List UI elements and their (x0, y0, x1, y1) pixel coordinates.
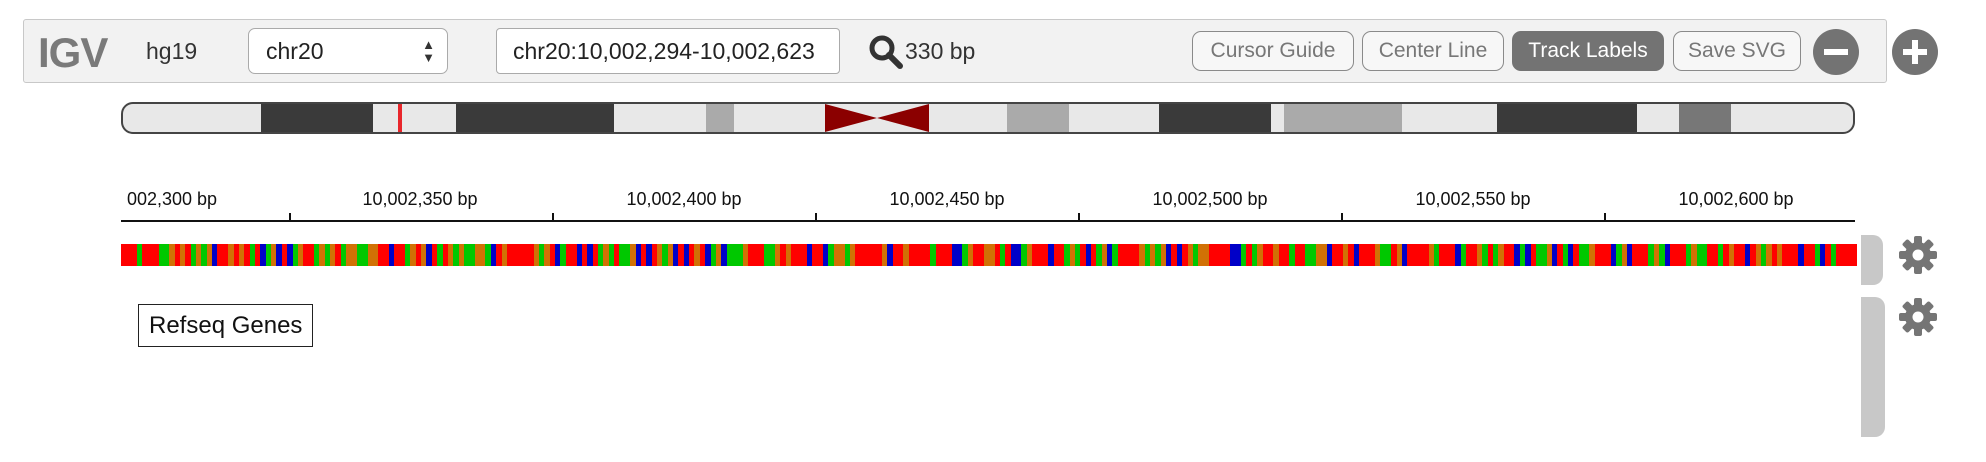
ruler-tick (552, 213, 554, 222)
ruler-tick (289, 213, 291, 222)
refseq-track-drag-handle[interactable] (1861, 297, 1885, 437)
ideogram-band (1284, 104, 1402, 132)
ideogram-band (1007, 104, 1069, 132)
ruler-tick-label: 002,300 bp (126, 189, 218, 209)
locus-search-input[interactable] (496, 28, 840, 74)
ruler-tick (815, 213, 817, 222)
centromere (825, 104, 929, 132)
window-size-label: 330 bp (905, 38, 976, 64)
zoom-out-button[interactable] (1813, 29, 1859, 75)
igv-navbar: IGV hg19 chr20 ▲▼ 330 bp Cursor Guide Ce… (23, 19, 1938, 83)
ruler-tick-label: 10,002,550 bp (1415, 189, 1531, 209)
select-arrows-icon: ▲ ▼ (422, 37, 435, 65)
center-line-button[interactable]: Center Line (1362, 31, 1504, 71)
zoom-in-button[interactable] (1892, 29, 1938, 75)
chromosome-select-value: chr20 (266, 38, 324, 64)
ruler-track[interactable]: 002,300 bp 10,002,350 bp 10,002,400 bp 1… (121, 180, 1855, 225)
current-region-marker (398, 104, 402, 132)
minus-icon (1824, 49, 1848, 55)
ruler-tick (1078, 213, 1080, 222)
track-labels-button[interactable]: Track Labels (1512, 31, 1664, 71)
gear-icon[interactable] (1897, 234, 1939, 276)
ruler-tick (1341, 213, 1343, 222)
ruler-tick-label: 10,002,500 bp (1152, 189, 1268, 209)
cursor-guide-button[interactable]: Cursor Guide (1192, 31, 1354, 71)
ideogram-band (1497, 104, 1637, 132)
ideogram-band (1679, 104, 1731, 132)
ruler-tick-label: 10,002,350 bp (362, 189, 478, 209)
ideogram-band (261, 104, 373, 132)
ruler-tick (1604, 213, 1606, 222)
refseq-genes-track-label: Refseq Genes (138, 304, 314, 347)
ideogram-band (1159, 104, 1271, 132)
ruler-tick-label: 10,002,600 bp (1678, 189, 1794, 209)
gear-icon[interactable] (1897, 296, 1939, 338)
genome-label[interactable]: hg19 (146, 38, 197, 65)
save-svg-button[interactable]: Save SVG (1673, 31, 1801, 71)
ideogram-band (456, 104, 614, 132)
ruler-tick-label: 10,002,400 bp (626, 189, 742, 209)
igv-logo: IGV (38, 29, 108, 76)
search-icon[interactable] (866, 32, 906, 72)
sequence-base (1852, 244, 1858, 266)
ideogram-band (706, 104, 734, 132)
sequence-track[interactable] (121, 244, 1858, 266)
sequence-track-drag-handle[interactable] (1861, 235, 1883, 285)
chromosome-select[interactable]: chr20 ▲ ▼ (248, 28, 448, 74)
ruler-tick-label: 10,002,450 bp (889, 189, 1005, 209)
ruler-axis-line (121, 220, 1855, 222)
chromosome-ideogram[interactable] (121, 102, 1855, 134)
